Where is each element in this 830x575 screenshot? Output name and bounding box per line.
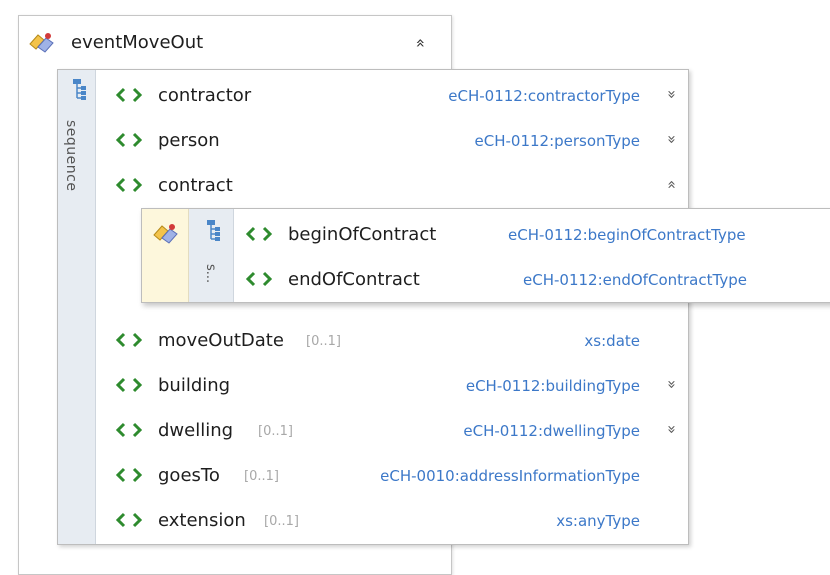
cardinality: [0..1]	[258, 424, 293, 439]
cardinality: [0..1]	[244, 469, 279, 484]
element-type[interactable]: eCH-0112:beginOfContractType	[508, 226, 746, 244]
element-name: building	[158, 375, 231, 396]
collapse-button[interactable]: »	[410, 38, 429, 48]
element-icon	[116, 467, 142, 483]
element-icon	[116, 377, 142, 393]
element-row-extension[interactable]: extension [0..1] xs:anyType	[58, 501, 688, 541]
element-icon	[116, 132, 142, 148]
collapse-button[interactable]: »	[662, 180, 680, 189]
element-name: contract	[158, 175, 233, 196]
element-name: moveOutDate	[158, 330, 284, 351]
element-icon	[116, 332, 142, 348]
element-type[interactable]: eCH-0112:endOfContractType	[523, 271, 747, 289]
complex-type-icon	[29, 33, 54, 53]
element-name: person	[158, 130, 220, 151]
element-row-goesto[interactable]: goesTo [0..1] eCH-0010:addressInformatio…	[58, 456, 688, 496]
element-row-person[interactable]: person eCH-0112:personType »	[58, 121, 688, 161]
element-row-dwelling[interactable]: dwelling [0..1] eCH-0112:dwellingType »	[58, 411, 688, 451]
element-type[interactable]: eCH-0112:buildingType	[466, 377, 640, 395]
expand-button[interactable]: »	[663, 90, 681, 99]
element-icon	[246, 271, 272, 287]
element-name: goesTo	[158, 465, 220, 486]
element-icon	[116, 422, 142, 438]
element-row-building[interactable]: building eCH-0112:buildingType »	[58, 366, 688, 406]
element-name: dwelling	[158, 420, 234, 441]
element-name: contractor	[158, 85, 252, 106]
element-row-moveoutdate[interactable]: moveOutDate [0..1] xs:date	[58, 321, 688, 361]
element-type[interactable]: eCH-0112:contractorType	[448, 87, 640, 105]
cardinality: [0..1]	[306, 334, 341, 349]
element-name: extension	[158, 510, 246, 531]
element-icon	[116, 512, 142, 528]
element-type[interactable]: xs:date	[584, 332, 640, 350]
element-name: endOfContract	[288, 269, 420, 290]
element-type[interactable]: eCH-0112:personType	[475, 132, 641, 150]
element-row-endofcontract[interactable]: endOfContract eCH-0112:endOfContractType	[142, 260, 830, 300]
contract-detail-panel: s... beginOfContract eCH-0112:beginOfCon…	[141, 208, 830, 303]
element-row-contract[interactable]: contract »	[58, 166, 688, 206]
element-icon	[116, 177, 142, 193]
expand-button[interactable]: »	[663, 380, 681, 389]
element-row-beginofcontract[interactable]: beginOfContract eCH-0112:beginOfContract…	[142, 215, 830, 255]
complex-type-name: eventMoveOut	[71, 32, 204, 53]
expand-button[interactable]: »	[663, 135, 681, 144]
element-type[interactable]: eCH-0010:addressInformationType	[380, 467, 640, 485]
element-icon	[116, 87, 142, 103]
element-icon	[246, 226, 272, 242]
complex-type-header: eventMoveOut »	[19, 16, 451, 72]
expand-button[interactable]: »	[663, 425, 681, 434]
cardinality: [0..1]	[264, 514, 299, 529]
element-row-contractor[interactable]: contractor eCH-0112:contractorType »	[58, 76, 688, 116]
element-name: beginOfContract	[288, 224, 437, 245]
element-type[interactable]: eCH-0112:dwellingType	[463, 422, 640, 440]
sequence-panel: sequence contractor eCH-0112:contractorT…	[57, 69, 689, 545]
element-type[interactable]: xs:anyType	[556, 512, 640, 530]
